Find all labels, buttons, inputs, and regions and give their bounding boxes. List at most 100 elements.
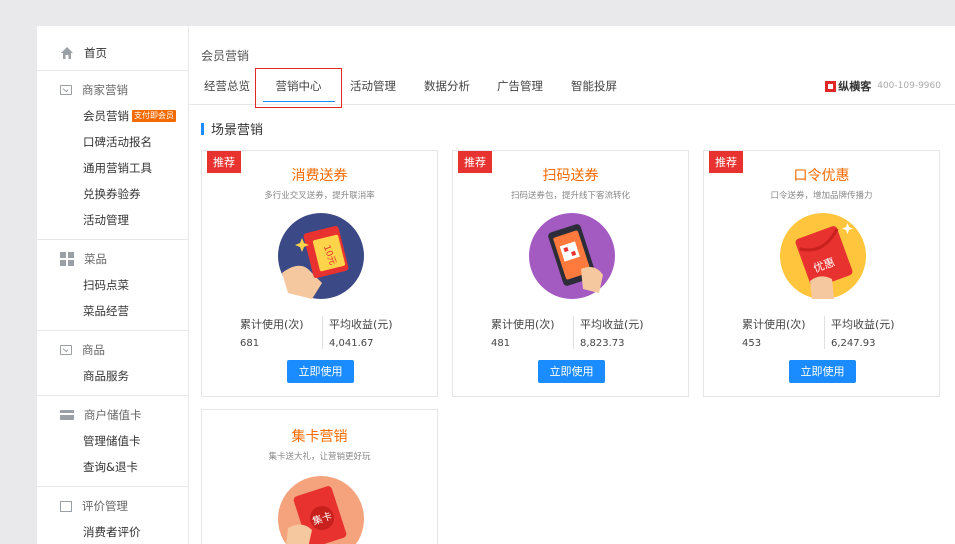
tab-ad-mgmt[interactable]: 广告管理 (497, 78, 543, 94)
sidebar-head-goods[interactable]: 商品 (37, 337, 188, 363)
sidebar-head-label: 商品 (82, 343, 105, 357)
use-now-button[interactable]: 立即使用 (287, 360, 354, 383)
section-title-text: 场景营销 (211, 123, 264, 138)
tab-overview[interactable]: 经营总览 (204, 78, 250, 94)
sidebar-item-label: 消费者评价 (83, 525, 141, 539)
edit-icon (60, 500, 72, 512)
pay-member-badge: 支付即会员 (132, 110, 176, 122)
card-title: 消费送券 (291, 168, 348, 184)
section-accent-bar (201, 122, 204, 135)
sidebar-head-reviews[interactable]: 评价管理 (37, 493, 188, 519)
sidebar-item-activity-mgmt[interactable]: 活动管理 (37, 207, 188, 233)
red-envelope-illustration-icon: 优惠 (780, 213, 866, 299)
card-subtitle: 多行业交叉送券，提升联消率 (264, 191, 375, 201)
main-content: 会员营销 经营总览 营销中心 活动管理 数据分析 广告管理 智能投屏 纵横客 4… (189, 26, 955, 544)
card-subtitle: 口令送券，增加品牌传播力 (770, 191, 873, 201)
sidebar-item-label: 管理储值卡 (83, 434, 141, 448)
sidebar-head-merchant-marketing[interactable]: 商家营销 (37, 77, 188, 103)
sidebar-item-label: 口碑活动报名 (83, 135, 152, 149)
scene-card-passcode-discount: 推荐 口令优惠 口令送券，增加品牌传播力 优惠 累计使用(次) 453 平均收益… (703, 150, 940, 397)
stat-value: 4,041.67 (329, 338, 374, 349)
sidebar-group-merchant-marketing: 商家营销 会员营销 支付即会员 口碑活动报名 通用营销工具 兑换券验券 活动管理 (37, 77, 188, 240)
tab-smart-screen[interactable]: 智能投屏 (571, 78, 617, 94)
brand-phone: 400-109-9960 (877, 81, 941, 91)
sidebar-head-label: 评价管理 (82, 499, 128, 513)
sidebar-head-dishes[interactable]: 菜品 (37, 246, 188, 272)
sidebar-item-label: 通用营销工具 (83, 161, 152, 175)
sidebar-group-home: 首页 (37, 40, 188, 71)
stat-income: 平均收益(元) 8,823.73 (573, 316, 644, 349)
grid-icon (60, 252, 74, 266)
card-icon (60, 410, 74, 420)
stat-income: 平均收益(元) 6,247.93 (824, 316, 895, 349)
sidebar-item-label: 扫码点菜 (83, 278, 129, 292)
stat-usage: 累计使用(次) 681 (240, 316, 304, 349)
stat-value: 681 (240, 338, 260, 349)
sidebar-item-label: 商品服务 (83, 369, 129, 383)
home-icon (60, 46, 74, 60)
sidebar-item-dish-ops[interactable]: 菜品经营 (37, 298, 188, 324)
marketing-icon (60, 85, 72, 95)
sidebar-item-member-marketing[interactable]: 会员营销 支付即会员 (37, 103, 188, 129)
collect-card-illustration-icon: 集卡 (278, 476, 364, 544)
scene-card-consume-coupon: 推荐 消费送券 多行业交叉送券，提升联消率 10元 累计使用(次) 681 平均… (201, 150, 438, 397)
sidebar-group-stored-card: 商户储值卡 管理储值卡 查询&退卡 (37, 402, 188, 487)
coupon-illustration-icon: 10元 (278, 213, 364, 299)
sidebar-item-koubei-signup[interactable]: 口碑活动报名 (37, 129, 188, 155)
stat-label: 累计使用(次) (240, 318, 304, 331)
sidebar-head-label: 商家营销 (82, 83, 128, 97)
sidebar-item-label: 活动管理 (83, 213, 129, 227)
brand-block: 纵横客 400-109-9960 (825, 78, 941, 94)
use-now-button[interactable]: 立即使用 (789, 360, 856, 383)
card-title: 扫码送券 (542, 168, 599, 184)
tab-label: 营销中心 (275, 79, 322, 93)
tab-marketing-center[interactable]: 营销中心 (255, 68, 342, 108)
sidebar-item-label: 查询&退卡 (83, 460, 138, 474)
sidebar-head-label: 菜品 (84, 252, 107, 266)
sidebar: 首页 商家营销 会员营销 支付即会员 口碑活动报名 通用营销工具 兑换券验券 活… (37, 26, 189, 544)
stat-usage: 累计使用(次) 453 (742, 316, 806, 349)
tab-data-analysis[interactable]: 数据分析 (424, 78, 470, 94)
active-tab-underline (262, 101, 335, 102)
card-title: 口令优惠 (793, 168, 850, 184)
sidebar-item-goods-service[interactable]: 商品服务 (37, 363, 188, 389)
app-frame: 首页 商家营销 会员营销 支付即会员 口碑活动报名 通用营销工具 兑换券验券 活… (37, 26, 955, 544)
card-subtitle: 扫码送券包，提升线下客流转化 (510, 191, 630, 201)
stat-value: 8,823.73 (580, 338, 625, 349)
sidebar-item-general-tools[interactable]: 通用营销工具 (37, 155, 188, 181)
scene-card-collect-cards: 集卡营销 集卡送大礼，让营销更好玩 集卡 (201, 409, 438, 544)
card-subtitle: 集卡送大礼，让营销更好玩 (268, 452, 371, 462)
scene-card-scan-coupon: 推荐 扫码送券 扫码送券包，提升线下客流转化 累计使用(次) 481 平均收益(… (452, 150, 689, 397)
stat-label: 累计使用(次) (742, 318, 806, 331)
sidebar-item-scan-order[interactable]: 扫码点菜 (37, 272, 188, 298)
sidebar-group-reviews: 评价管理 消费者评价 (37, 493, 188, 544)
stat-label: 平均收益(元) (831, 318, 895, 331)
sidebar-item-label: 菜品经营 (83, 304, 129, 318)
sidebar-item-home[interactable]: 首页 (37, 40, 188, 66)
sidebar-group-goods: 商品 商品服务 (37, 337, 188, 396)
sidebar-item-label: 兑换券验券 (83, 187, 141, 201)
stat-label: 累计使用(次) (491, 318, 555, 331)
sidebar-item-voucher-check[interactable]: 兑换券验券 (37, 181, 188, 207)
tab-activity-mgmt[interactable]: 活动管理 (350, 78, 396, 94)
stat-label: 平均收益(元) (580, 318, 644, 331)
sidebar-home-label: 首页 (84, 46, 107, 60)
stat-usage: 累计使用(次) 481 (491, 316, 555, 349)
use-now-button[interactable]: 立即使用 (538, 360, 605, 383)
sidebar-head-label: 商户储值卡 (84, 408, 142, 422)
card-title: 集卡营销 (291, 429, 348, 445)
brand-logo-icon (825, 80, 837, 92)
sidebar-head-stored-card[interactable]: 商户储值卡 (37, 402, 188, 428)
sidebar-item-label: 会员营销 (83, 109, 129, 123)
sidebar-item-manage-card[interactable]: 管理储值卡 (37, 428, 188, 454)
sidebar-item-query-refund[interactable]: 查询&退卡 (37, 454, 188, 480)
goods-icon (60, 345, 72, 355)
sidebar-item-consumer-reviews[interactable]: 消费者评价 (37, 519, 188, 544)
stat-income: 平均收益(元) 4,041.67 (322, 316, 393, 349)
stat-label: 平均收益(元) (329, 318, 393, 331)
phone-qr-illustration-icon (529, 213, 615, 299)
breadcrumb: 会员营销 (201, 49, 250, 63)
stat-value: 6,247.93 (831, 338, 876, 349)
stat-value: 481 (491, 338, 511, 349)
stat-value: 453 (742, 338, 762, 349)
